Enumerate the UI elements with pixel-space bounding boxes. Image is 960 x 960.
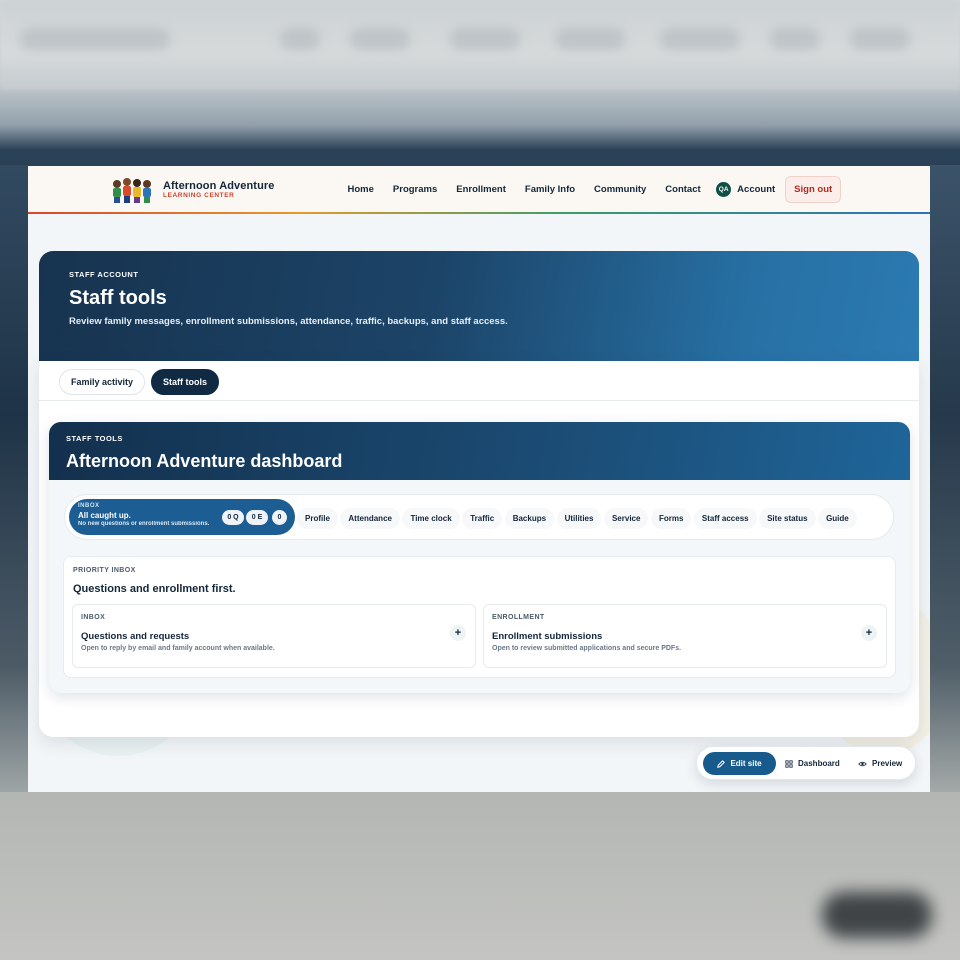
tool-utilities[interactable]: Utilities: [556, 507, 602, 529]
dashboard-panel: STAFF TOOLS Afternoon Adventure dashboar…: [49, 422, 910, 693]
staff-tools-toolbar[interactable]: INBOX All caught up. No new questions or…: [64, 494, 894, 540]
inbox-kicker: INBOX: [78, 503, 100, 509]
preview-button[interactable]: Preview: [858, 752, 902, 775]
account-tabs: Family activity Staff tools: [59, 369, 225, 395]
preview-label: Preview: [872, 759, 903, 768]
brand-name[interactable]: Afternoon Adventure: [163, 180, 275, 192]
site-header: Afternoon Adventure LEARNING CENTER Home…: [28, 166, 930, 214]
dashboard-kicker: STAFF TOOLS: [66, 434, 123, 443]
tool-service[interactable]: Service: [603, 507, 649, 529]
edit-site-button[interactable]: Edit site: [703, 752, 776, 775]
hero-kicker: STAFF ACCOUNT: [69, 270, 139, 279]
sign-out-button[interactable]: Sign out: [785, 175, 842, 203]
edit-site-label: Edit site: [730, 759, 762, 768]
tool-time-clock[interactable]: Time clock: [402, 507, 460, 529]
questions-card[interactable]: INBOX Questions and requests Open to rep…: [72, 604, 476, 668]
inbox-status: All caught up.: [78, 511, 131, 520]
brand-subtitle[interactable]: LEARNING CENTER: [163, 192, 234, 199]
dashboard-label: Dashboard: [798, 759, 840, 768]
card-title: Questions and requests: [81, 631, 190, 642]
tab-staff-tools[interactable]: Staff tools: [151, 369, 220, 395]
avatar: QA: [716, 181, 732, 197]
nav-contact[interactable]: Contact: [665, 184, 700, 195]
nav-programs[interactable]: Programs: [393, 184, 437, 195]
grid-icon: [785, 759, 793, 768]
tool-staff-access[interactable]: Staff access: [693, 507, 757, 529]
plus-icon[interactable]: +: [861, 625, 877, 641]
site-edit-bar: Edit site Dashboard Preview: [696, 746, 916, 780]
inbox-summary-button[interactable]: INBOX All caught up. No new questions or…: [69, 499, 295, 535]
priority-kicker: PRIORITY INBOX: [73, 567, 136, 574]
tool-traffic[interactable]: Traffic: [462, 507, 503, 529]
divider: [39, 400, 919, 401]
tool-guide[interactable]: Guide: [818, 507, 857, 529]
plus-icon[interactable]: +: [450, 625, 466, 641]
blurred-background-left: [0, 165, 28, 792]
tab-family-activity[interactable]: Family activity: [59, 369, 146, 395]
tool-site-status[interactable]: Site status: [759, 507, 816, 529]
card-kicker: INBOX: [81, 614, 106, 621]
blurred-background-right: [930, 165, 960, 792]
card-kicker: ENROLLMENT: [492, 614, 545, 621]
nav-community[interactable]: Community: [594, 184, 646, 195]
card-title: Enrollment submissions: [492, 631, 603, 642]
blurred-background-top: [0, 0, 960, 90]
kids-logo-icon[interactable]: [110, 176, 154, 204]
inbox-subtitle: No new questions or enrollment submissio…: [78, 521, 210, 527]
other-count-badge: 0: [272, 510, 287, 525]
pencil-icon: [717, 759, 726, 768]
enrollment-card[interactable]: ENROLLMENT Enrollment submissions Open t…: [483, 604, 887, 668]
hero-description: Review family messages, enrollment submi…: [69, 316, 508, 327]
main-nav: Home Programs Enrollment Family Info Com…: [338, 166, 842, 212]
tool-backups[interactable]: Backups: [504, 507, 555, 529]
staff-hero-banner: STAFF ACCOUNT Staff tools Review family …: [39, 251, 919, 361]
browser-page: Afternoon Adventure LEARNING CENTER Home…: [28, 166, 930, 792]
nav-enrollment[interactable]: Enrollment: [456, 184, 506, 195]
tool-links: Profile Attendance Time clock Traffic Ba…: [297, 495, 859, 539]
questions-count-badge: 0 Q: [222, 510, 244, 525]
tool-forms[interactable]: Forms: [650, 507, 692, 529]
priority-inbox: PRIORITY INBOX Questions and enrollment …: [63, 556, 896, 678]
dashboard-header: STAFF TOOLS Afternoon Adventure dashboar…: [49, 422, 910, 480]
dashboard-title: Afternoon Adventure dashboard: [66, 451, 343, 471]
tool-attendance[interactable]: Attendance: [340, 507, 400, 529]
card-subtitle: Open to reply by email and family accoun…: [81, 645, 275, 652]
dashboard-button[interactable]: Dashboard: [785, 752, 840, 775]
priority-title: Questions and enrollment first.: [73, 583, 236, 595]
staff-card: Family activity Staff tools STAFF TOOLS …: [39, 361, 919, 737]
blurred-background-bottom: [0, 792, 960, 960]
account-label: Account: [737, 183, 776, 195]
eye-icon: [858, 761, 867, 766]
account-link[interactable]: QA Account: [716, 181, 776, 197]
page-title: Staff tools: [69, 287, 167, 309]
card-subtitle: Open to review submitted applications an…: [492, 645, 682, 652]
nav-family-info[interactable]: Family Info: [525, 184, 575, 195]
enrollment-count-badge: 0 E: [246, 510, 268, 525]
nav-home[interactable]: Home: [348, 184, 374, 195]
tool-profile[interactable]: Profile: [297, 507, 338, 529]
